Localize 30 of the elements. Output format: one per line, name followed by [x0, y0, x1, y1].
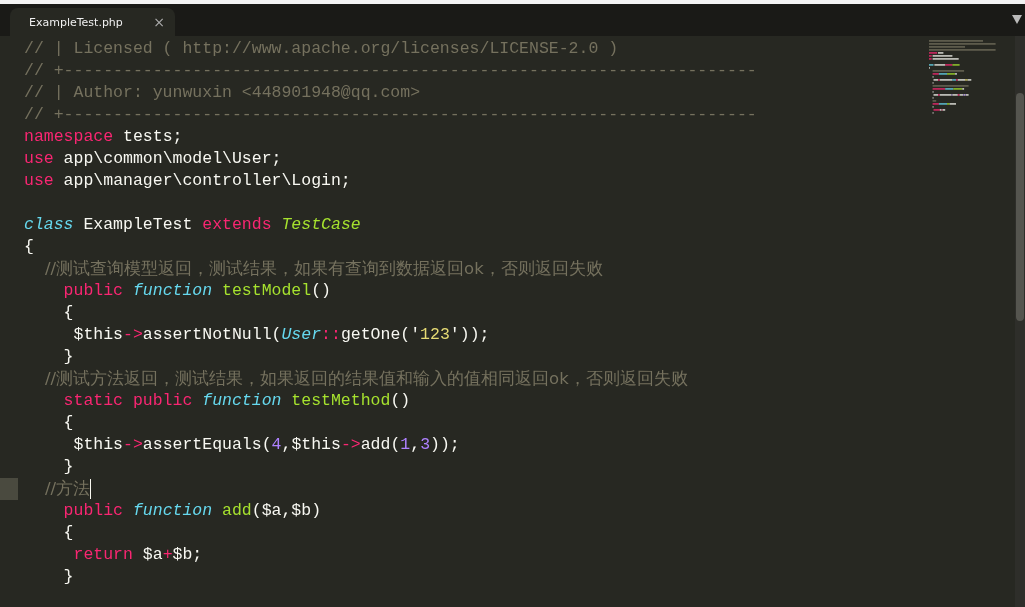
- code-line: // +----------------------------------------------------------------------: [24, 104, 758, 126]
- code-line: namespace tests;: [24, 126, 184, 148]
- dropdown-triangle-icon[interactable]: [1012, 15, 1022, 24]
- code-line: public function testModel(): [62, 280, 332, 302]
- code-line: // +----------------------------------------------------------------------: [24, 60, 758, 82]
- code-line: class ExampleTest extends TestCase: [24, 214, 362, 236]
- code-line: //方法: [43, 478, 93, 500]
- code-line: use app\common\model\User;: [24, 148, 283, 170]
- code-line: return $a+$b;: [72, 544, 204, 566]
- code-line: $this->assertNotNull(User::getOne('123'));: [72, 324, 491, 346]
- close-icon[interactable]: ×: [153, 14, 165, 30]
- scrollbar-thumb[interactable]: [1016, 93, 1024, 321]
- text-cursor: [90, 479, 92, 499]
- code-line: }: [62, 456, 75, 478]
- code-line: {: [62, 522, 75, 544]
- code-line: // | Licensed ( http://www.apache.org/licenses/LICENSE-2.0 ): [24, 38, 620, 60]
- code-line: //测试查询模型返回，测试结果，如果有查询到数据返回ok，否则返回失败: [43, 258, 604, 280]
- code-line: static public function testMethod(): [62, 390, 412, 412]
- code-line: public function add($a,$b): [62, 500, 323, 522]
- code-line: }: [62, 346, 75, 368]
- code-line: {: [24, 236, 35, 258]
- code-line: // | Author: yunwuxin <448901948@qq.com>: [24, 82, 422, 104]
- code-line: $this->assertEquals(4,$this->add(1,3));: [72, 434, 461, 456]
- tab-label: ExampleTest.php: [29, 15, 123, 29]
- code-line: {: [62, 302, 75, 324]
- code-line: //测试方法返回，测试结果，如果返回的结果值和输入的值相同返回ok，否则返回失败: [43, 368, 689, 390]
- file-tab[interactable]: ExampleTest.php ×: [10, 8, 175, 36]
- code-line: use app\manager\controller\Login;: [24, 170, 352, 192]
- code-line: }: [62, 566, 75, 588]
- code-line: {: [62, 412, 75, 434]
